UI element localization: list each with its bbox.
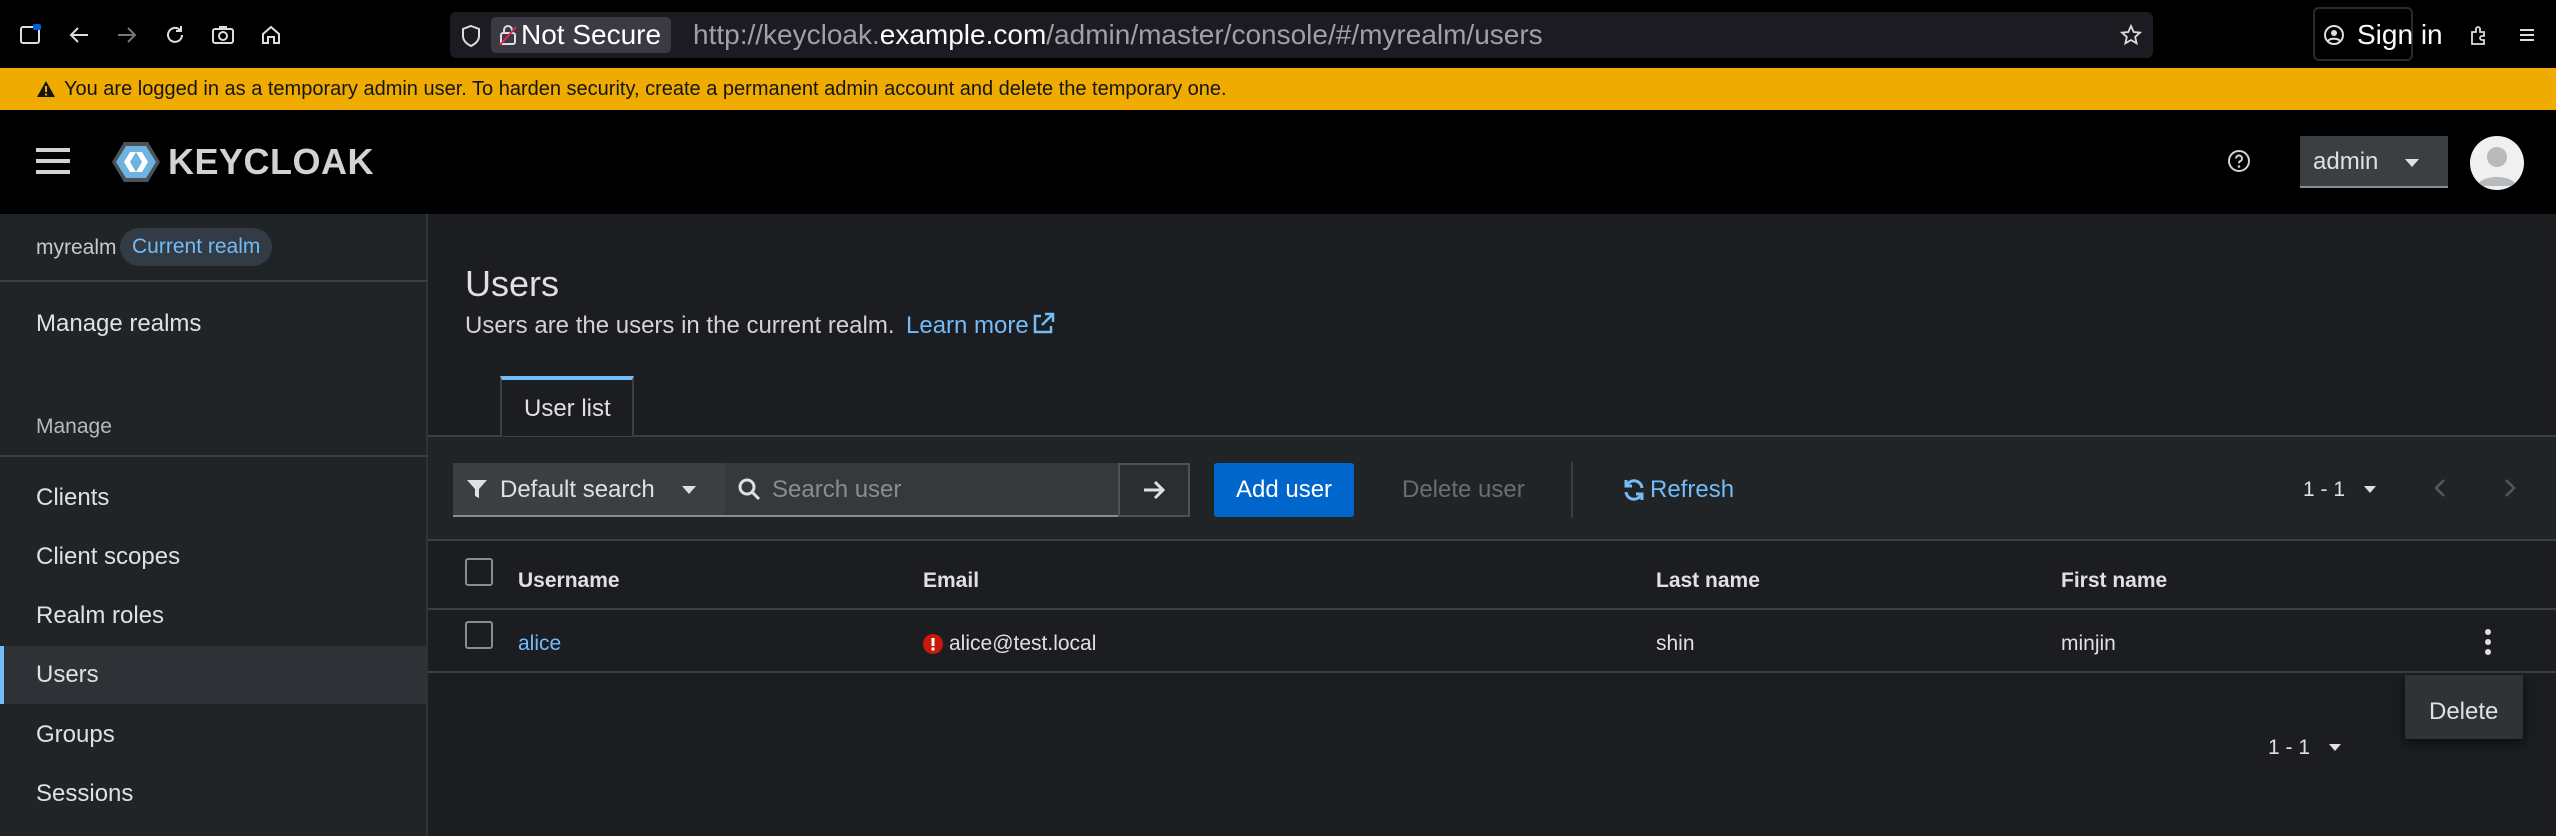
help-icon[interactable] bbox=[2226, 148, 2252, 174]
column-header-email[interactable]: Email bbox=[923, 568, 979, 594]
broken-lock-icon bbox=[499, 24, 517, 46]
tracking-protection-icon[interactable] bbox=[460, 24, 482, 48]
arrow-right-icon bbox=[1142, 478, 1166, 502]
sign-in-label: Sign in bbox=[2357, 19, 2443, 50]
refresh-label: Refresh bbox=[1650, 476, 1735, 503]
not-secure-label: Not Secure bbox=[521, 19, 662, 50]
keycloak-logo-text: KEYCLOAK bbox=[168, 141, 375, 182]
avatar[interactable] bbox=[2470, 136, 2524, 190]
search-icon bbox=[737, 477, 761, 501]
url-prefix: http://keycloak. bbox=[693, 19, 880, 50]
sidebar-item-manage-realms[interactable]: Manage realms bbox=[36, 309, 201, 339]
row-actions-kebab-icon[interactable] bbox=[2476, 624, 2500, 660]
sidebar-item-sessions[interactable]: Sessions bbox=[36, 779, 133, 809]
user-last-name: shin bbox=[1656, 632, 1695, 655]
back-icon[interactable] bbox=[62, 18, 96, 52]
sidebar-item-groups[interactable]: Groups bbox=[36, 720, 115, 750]
reload-icon[interactable] bbox=[158, 18, 192, 52]
pagination-bottom-toggle[interactable]: 1 - 1 bbox=[2268, 734, 2310, 762]
extensions-icon[interactable] bbox=[2462, 18, 2496, 52]
user-menu-label: admin bbox=[2313, 148, 2379, 175]
column-header-username[interactable]: Username bbox=[518, 568, 620, 594]
keycloak-logo-icon[interactable] bbox=[112, 140, 172, 184]
delete-user-button[interactable]: Delete user bbox=[1402, 475, 1525, 505]
url-domain: example.com bbox=[879, 19, 1047, 50]
tab-user-list-label: User list bbox=[524, 395, 611, 422]
url-text[interactable]: http://keycloak.example.com/admin/master… bbox=[693, 16, 1543, 54]
column-header-last-name[interactable]: Last name bbox=[1656, 568, 1760, 594]
table-row-border bbox=[428, 671, 2556, 673]
row-checkbox[interactable] bbox=[465, 621, 493, 649]
search-input[interactable] bbox=[772, 468, 1112, 512]
not-secure-badge[interactable]: Not Secure bbox=[491, 17, 672, 53]
current-realm-badge: Current realm bbox=[120, 228, 273, 266]
select-all-checkbox[interactable] bbox=[465, 558, 493, 586]
previous-page-icon[interactable] bbox=[2433, 478, 2447, 498]
column-header-first-name[interactable]: First name bbox=[2061, 568, 2167, 594]
external-link-icon[interactable] bbox=[1031, 312, 1055, 336]
sidebar-item-users[interactable]: Users bbox=[36, 660, 99, 690]
banner-text: You are logged in as a temporary admin u… bbox=[64, 78, 1227, 100]
learn-more-link[interactable]: Learn more bbox=[906, 311, 1029, 341]
user-email: alice@test.local bbox=[949, 632, 1097, 655]
sidebar-item-clients[interactable]: Clients bbox=[36, 483, 109, 513]
screenshot-icon[interactable] bbox=[206, 18, 240, 52]
caret-down-icon bbox=[2404, 158, 2420, 168]
caret-down-icon[interactable] bbox=[2328, 743, 2342, 752]
sidebar-item-realm-roles[interactable]: Realm roles bbox=[36, 601, 164, 631]
table-top-border bbox=[428, 539, 2556, 541]
warning-triangle-icon bbox=[36, 79, 56, 99]
home-icon[interactable] bbox=[254, 18, 288, 52]
realm-selector[interactable]: myrealm bbox=[36, 235, 117, 261]
temporary-admin-banner: You are logged in as a temporary admin u… bbox=[0, 68, 2556, 110]
username-link[interactable]: alice bbox=[518, 631, 561, 657]
page-title: Users bbox=[465, 263, 560, 304]
menu-item-delete[interactable]: Delete bbox=[2429, 697, 2498, 727]
user-first-name: minjin bbox=[2061, 632, 2116, 655]
filter-icon bbox=[466, 478, 488, 500]
caret-down-icon bbox=[681, 485, 697, 495]
caret-down-icon[interactable] bbox=[2363, 485, 2377, 494]
email-unverified-icon bbox=[922, 633, 944, 655]
page-description: Users are the users in the current realm… bbox=[465, 312, 895, 339]
sidebar-item-client-scopes[interactable]: Client scopes bbox=[36, 542, 180, 572]
refresh-button[interactable]: Refresh bbox=[1622, 475, 1734, 505]
sidebar-divider bbox=[0, 455, 428, 457]
forward-icon[interactable] bbox=[110, 18, 144, 52]
search-type-label: Default search bbox=[500, 476, 655, 503]
refresh-icon bbox=[1622, 478, 1646, 502]
table-row bbox=[428, 610, 2556, 671]
bookmark-star-icon[interactable] bbox=[2120, 24, 2142, 46]
url-path: /admin/master/console/#/myrealm/users bbox=[1046, 19, 1543, 50]
masthead bbox=[0, 110, 2556, 214]
app-menu-icon[interactable] bbox=[2510, 18, 2544, 52]
sidebar-divider bbox=[0, 280, 428, 282]
sidebar-toggle-icon[interactable] bbox=[14, 18, 48, 52]
pagination-toggle[interactable]: 1 - 1 bbox=[2303, 476, 2345, 504]
sidebar-section-manage: Manage bbox=[36, 415, 112, 438]
account-icon bbox=[2323, 24, 2345, 46]
hamburger-menu-icon[interactable] bbox=[36, 146, 70, 176]
next-page-icon[interactable] bbox=[2503, 478, 2517, 498]
toolbar-divider bbox=[1571, 462, 1573, 518]
add-user-button[interactable]: Add user bbox=[1214, 463, 1354, 517]
